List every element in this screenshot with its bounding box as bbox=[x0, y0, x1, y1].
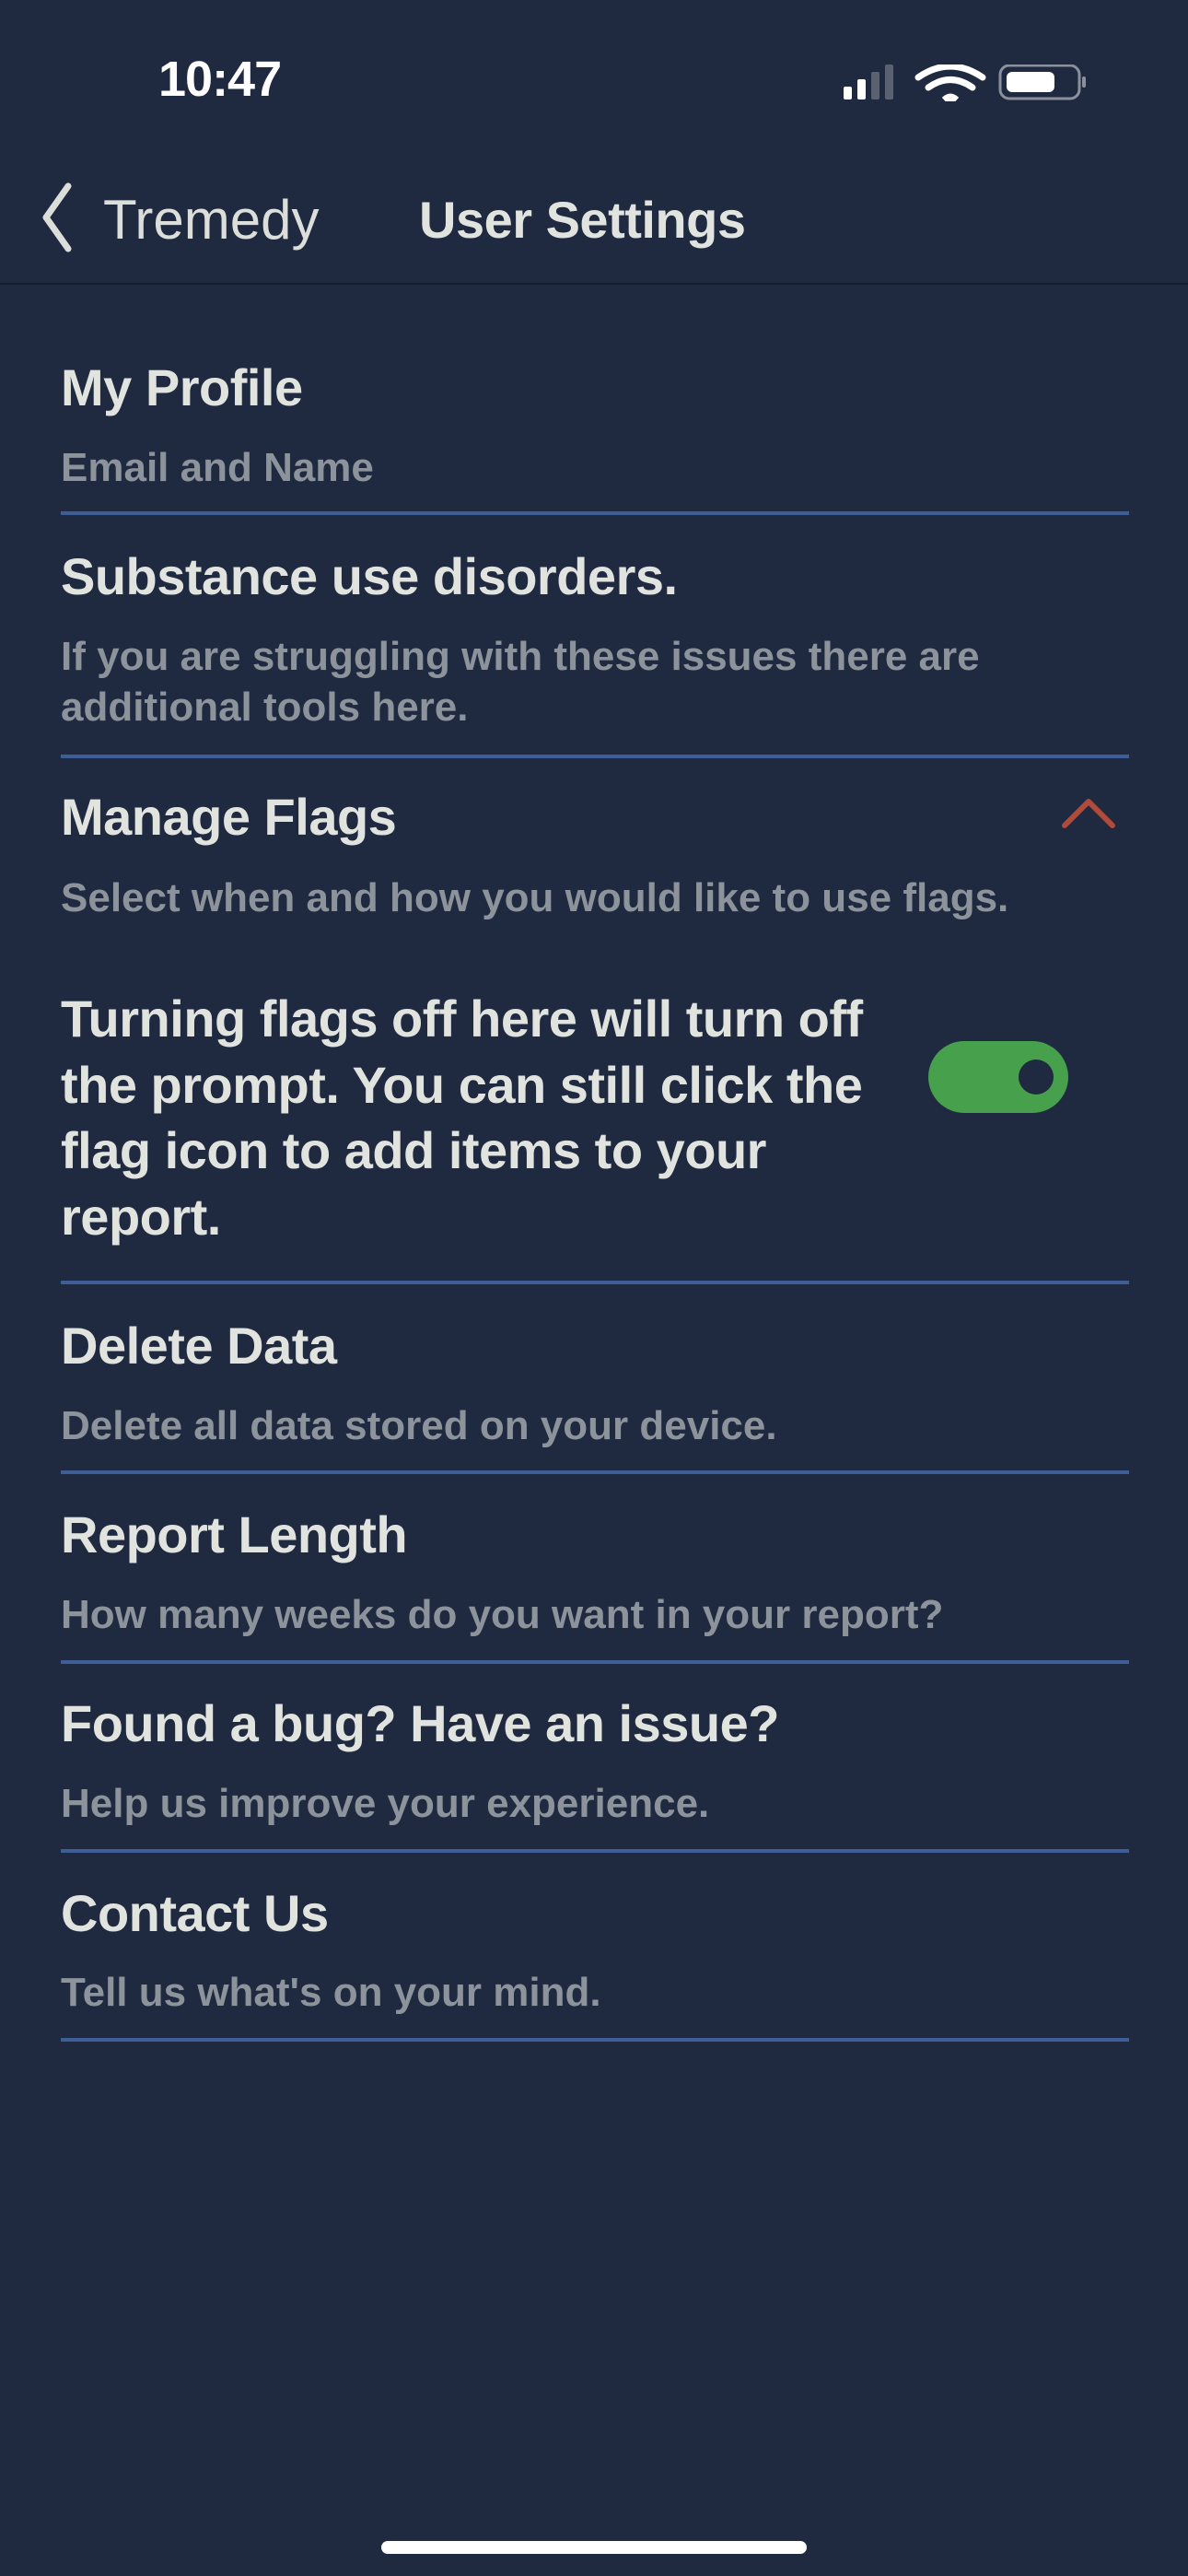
my-profile-title[interactable]: My Profile bbox=[61, 357, 303, 418]
flags-toggle[interactable] bbox=[928, 1041, 1068, 1113]
divider bbox=[61, 2038, 1129, 2042]
delete-data-subtitle: Delete all data stored on your device. bbox=[61, 1403, 777, 1448]
substance-use-title[interactable]: Substance use disorders. bbox=[61, 546, 678, 607]
divider bbox=[61, 1281, 1129, 1284]
found-bug-title[interactable]: Found a bug? Have an issue? bbox=[61, 1693, 779, 1754]
substance-use-subtitle: If you are struggling with these issues … bbox=[61, 634, 980, 730]
status-icons bbox=[844, 64, 1086, 101]
divider bbox=[61, 755, 1129, 758]
manage-flags-title[interactable]: Manage Flags bbox=[61, 787, 397, 848]
report-length-title[interactable]: Report Length bbox=[61, 1505, 408, 1565]
status-time: 10:47 bbox=[158, 52, 282, 107]
home-indicator[interactable] bbox=[381, 2541, 807, 2554]
divider bbox=[61, 1470, 1129, 1474]
found-bug-subtitle: Help us improve your experience. bbox=[61, 1781, 710, 1826]
my-profile-subtitle: Email and Name bbox=[61, 445, 374, 490]
manage-flags-subtitle: Select when and how you would like to us… bbox=[61, 875, 1009, 920]
back-chevron-icon[interactable] bbox=[33, 181, 88, 254]
page-title: User Settings bbox=[419, 191, 746, 249]
contact-us-title[interactable]: Contact Us bbox=[61, 1883, 329, 1944]
divider bbox=[61, 511, 1129, 515]
chevron-up-icon[interactable] bbox=[1059, 794, 1118, 831]
wifi-icon bbox=[914, 64, 986, 101]
divider bbox=[61, 1849, 1129, 1853]
divider bbox=[61, 1660, 1129, 1664]
battery-icon bbox=[998, 64, 1086, 100]
delete-data-title[interactable]: Delete Data bbox=[61, 1316, 337, 1376]
report-length-subtitle: How many weeks do you want in your repor… bbox=[61, 1592, 944, 1637]
contact-us-subtitle: Tell us what's on your mind. bbox=[61, 1970, 601, 2015]
back-button[interactable]: Tremedy bbox=[103, 187, 320, 253]
cellular-signal-icon bbox=[844, 64, 893, 100]
toggle-knob bbox=[1019, 1060, 1054, 1095]
flags-toggle-description: Turning flags off here will turn off the… bbox=[61, 989, 863, 1246]
